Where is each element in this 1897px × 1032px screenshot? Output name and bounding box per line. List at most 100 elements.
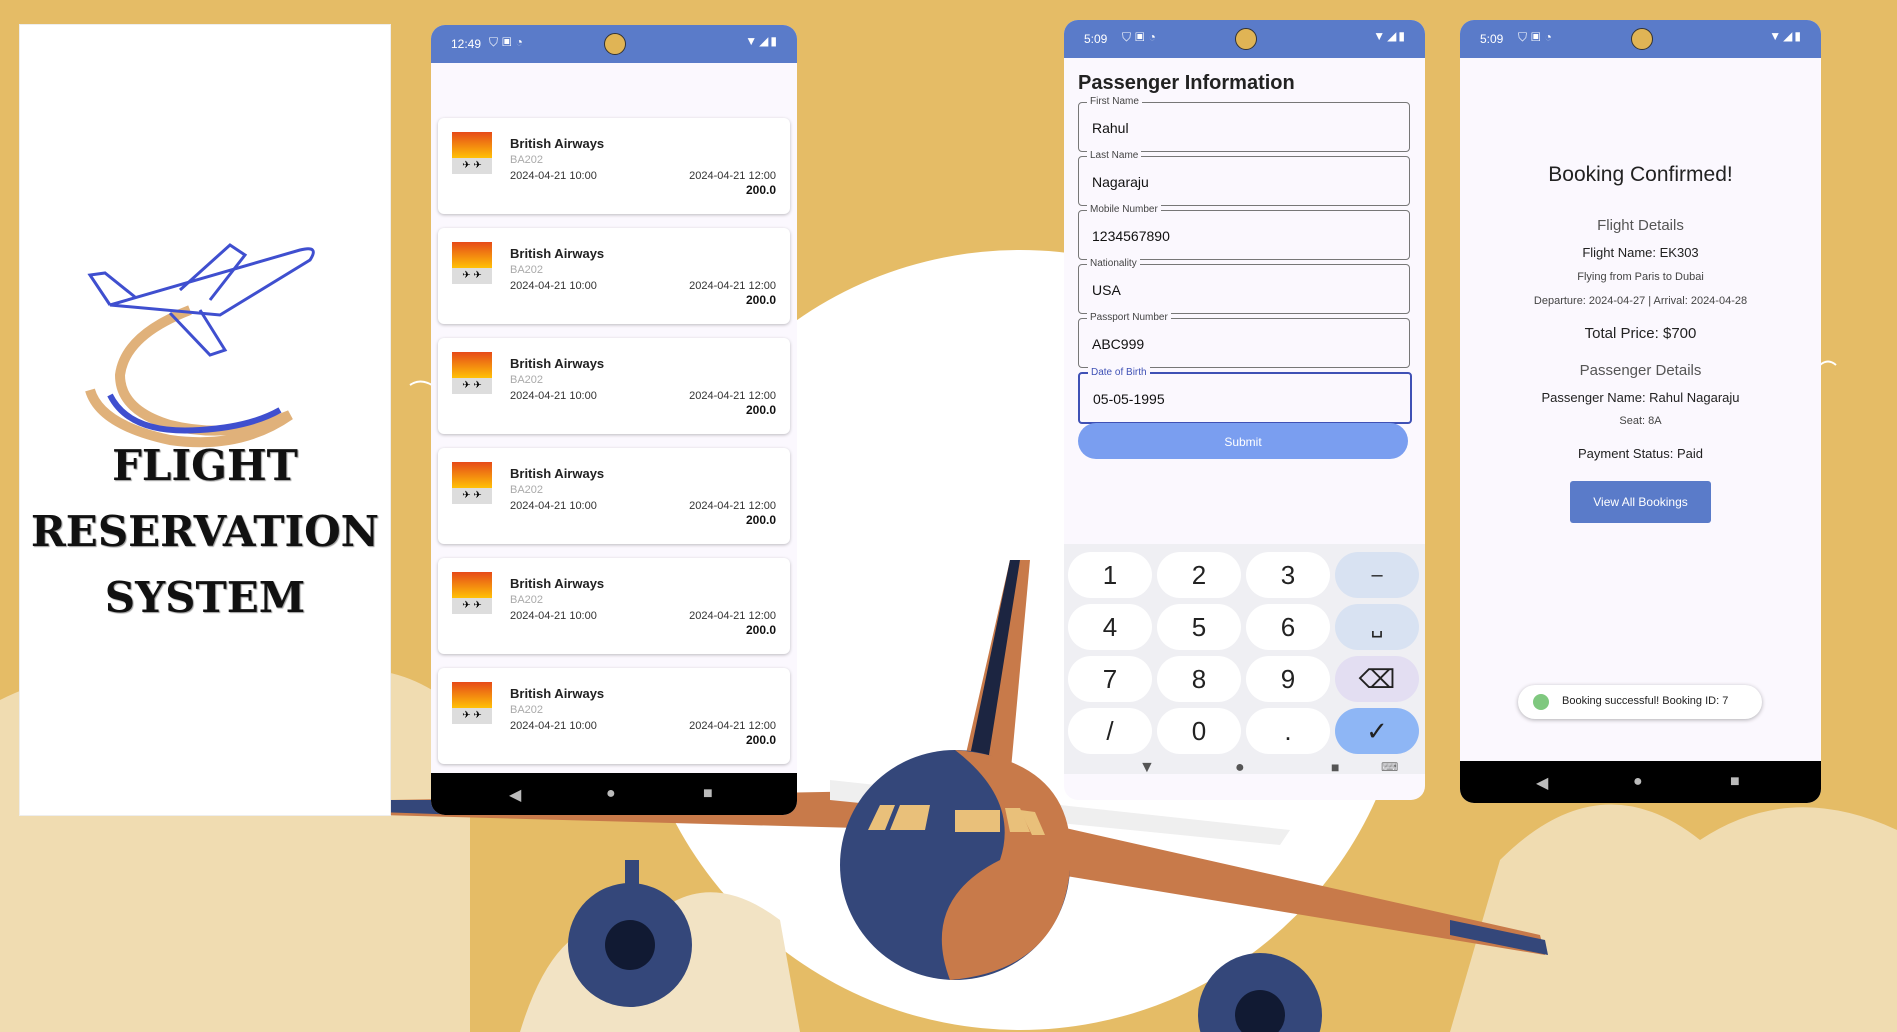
numeric-keypad: 1 2 3– 4 5 6 ␣ 7 8 9 ⌫ /0. ✓ ▼ ● ■ ⌨ [1064, 544, 1425, 777]
passenger-name: Passenger Name: Rahul Nagaraju [1541, 390, 1740, 405]
airline-name: British Airways [510, 356, 605, 371]
back-icon[interactable]: ◀ [1536, 773, 1548, 793]
flight-code: BA202 [510, 374, 544, 386]
form-title: Passenger Information [1078, 72, 1295, 94]
arrival-time: 2024-04-21 12:00 [689, 720, 776, 732]
status-time: 5:09 [1084, 32, 1108, 46]
status-bar: 5:09 ⛉▣◔ ▼◢▮ [1064, 20, 1425, 58]
flight-price: 200.0 [745, 623, 776, 637]
departure-time: 2024-04-21 10:00 [510, 720, 597, 732]
title-line-1: FLIGHT [112, 441, 298, 490]
notification-icons: ⛉▣◔ [489, 35, 527, 49]
arrival-time: 2024-04-21 12:00 [689, 500, 776, 512]
keypad-key[interactable]: 3 [1246, 552, 1330, 598]
field-value[interactable]: Nagaraju [1092, 174, 1149, 190]
title-line-2: RESERVATION [30, 507, 380, 556]
arrival-time: 2024-04-21 12:00 [689, 170, 776, 182]
status-bar: 12:49 ⛉▣◔ ▼◢▮ [431, 25, 797, 63]
airline-logo-icon: ✈ ✈ [452, 462, 492, 504]
recents-icon[interactable]: ■ [703, 785, 713, 803]
airline-name: British Airways [510, 686, 605, 701]
flight-card[interactable]: ✈ ✈ British Airways BA202 2024-04-21 10:00 2… [438, 668, 790, 764]
keypad-key[interactable]: / [1068, 708, 1152, 754]
keyboard-icon[interactable]: ⌨ [1381, 760, 1398, 774]
camera-icon [1234, 28, 1257, 50]
keypad-key[interactable]: 8 [1157, 656, 1241, 702]
airline-name: British Airways [510, 576, 605, 591]
airplane-logo [85, 243, 315, 448]
flight-card[interactable]: ✈ ✈ British Airways BA202 2024-04-21 10:00 2… [438, 448, 790, 544]
input-field[interactable]: Passport Number ABC999 [1078, 312, 1410, 368]
status-time: 5:09 [1480, 32, 1504, 46]
input-field[interactable]: Last Name Nagaraju [1078, 150, 1410, 206]
airline-logo-icon: ✈ ✈ [452, 132, 492, 174]
airline-logo-icon: ✈ ✈ [452, 352, 492, 394]
field-value[interactable]: ABC999 [1092, 336, 1144, 352]
airline-logo-icon: ✈ ✈ [452, 242, 492, 284]
recents-icon[interactable]: ■ [1331, 759, 1339, 775]
flight-code: BA202 [510, 154, 544, 166]
arrival-time: 2024-04-21 12:00 [689, 280, 776, 292]
field-value[interactable]: 1234567890 [1092, 228, 1170, 244]
field-label: Mobile Number [1087, 204, 1161, 215]
flight-card[interactable]: ✈ ✈ British Airways BA202 2024-04-21 10:00 2… [438, 228, 790, 324]
keypad-key[interactable]: 6 [1246, 604, 1330, 650]
field-label: Passport Number [1087, 312, 1171, 323]
keypad-key[interactable]: ␣ [1335, 604, 1419, 650]
hide-keyboard-icon[interactable]: ▼ [1139, 759, 1155, 777]
title-line-3: SYSTEM [104, 573, 306, 622]
flight-code: BA202 [510, 704, 544, 716]
recents-icon[interactable]: ■ [1730, 773, 1740, 791]
field-label: Nationality [1087, 258, 1140, 269]
airline-name: British Airways [510, 246, 605, 261]
camera-icon [1630, 28, 1653, 50]
arrival-time: 2024-04-21 12:00 [689, 610, 776, 622]
keypad-key[interactable]: 0 [1157, 708, 1241, 754]
nav-bar: ◀ ● ■ [431, 773, 797, 815]
input-field[interactable]: Nationality USA [1078, 258, 1410, 314]
field-value[interactable]: Rahul [1092, 120, 1129, 136]
camera-icon [604, 33, 626, 55]
keypad-key[interactable]: ✓ [1335, 708, 1419, 754]
arrival-time: 2024-04-21 12:00 [689, 390, 776, 402]
flight-name: Flight Name: EK303 [1582, 245, 1699, 260]
flight-card[interactable]: ✈ ✈ British Airways BA202 2024-04-21 10:00 2… [438, 118, 790, 214]
home-icon[interactable]: ● [1633, 773, 1643, 791]
flight-dates: Departure: 2024-04-27 | Arrival: 2024-04… [1533, 295, 1748, 307]
home-icon[interactable]: ● [606, 785, 616, 803]
flight-price: 200.0 [745, 513, 776, 527]
keypad-key[interactable]: 9 [1246, 656, 1330, 702]
keypad-key[interactable]: . [1246, 708, 1330, 754]
field-label: First Name [1087, 96, 1142, 107]
flight-card[interactable]: ✈ ✈ British Airways BA202 2024-04-21 10:00 2… [438, 338, 790, 434]
keypad-key[interactable]: 5 [1157, 604, 1241, 650]
airline-name: British Airways [510, 466, 605, 481]
input-field[interactable]: Date of Birth 05-05-1995 [1078, 367, 1412, 424]
keypad-key[interactable]: 4 [1068, 604, 1152, 650]
keypad-key[interactable]: 7 [1068, 656, 1152, 702]
booking-toast: Booking successful! Booking ID: 7 [1518, 685, 1762, 719]
airline-name: British Airways [510, 136, 605, 151]
back-icon[interactable]: ◀ [509, 785, 521, 805]
signal-battery-icon: ▼◢▮ [745, 34, 779, 48]
keypad-key[interactable]: 2 [1157, 552, 1241, 598]
departure-time: 2024-04-21 10:00 [510, 610, 597, 622]
field-value[interactable]: 05-05-1995 [1093, 391, 1165, 407]
flight-card[interactable]: ✈ ✈ British Airways BA202 2024-04-21 10:00 2… [438, 558, 790, 654]
keypad-key[interactable]: ⌫ [1335, 656, 1419, 702]
home-icon[interactable]: ● [1235, 759, 1245, 777]
flight-price: 200.0 [745, 183, 776, 197]
input-field[interactable]: Mobile Number 1234567890 [1078, 204, 1410, 260]
flight-price: 200.0 [745, 403, 776, 417]
keypad-key[interactable]: – [1335, 552, 1419, 598]
departure-time: 2024-04-21 10:00 [510, 170, 597, 182]
input-field[interactable]: First Name Rahul [1078, 96, 1410, 152]
submit-button[interactable]: Submit [1078, 423, 1408, 459]
field-value[interactable]: USA [1092, 282, 1121, 298]
signal-battery-icon: ▼◢▮ [1769, 29, 1803, 43]
flight-code: BA202 [510, 264, 544, 276]
keypad-key[interactable]: 1 [1068, 552, 1152, 598]
phone-flight-list: 12:49 ⛉▣◔ ▼◢▮ ✈ ✈ British Airways BA202 202… [431, 25, 797, 815]
nav-bar: ◀ ● ■ [1460, 761, 1821, 803]
view-all-bookings-button[interactable]: View All Bookings [1570, 481, 1711, 523]
